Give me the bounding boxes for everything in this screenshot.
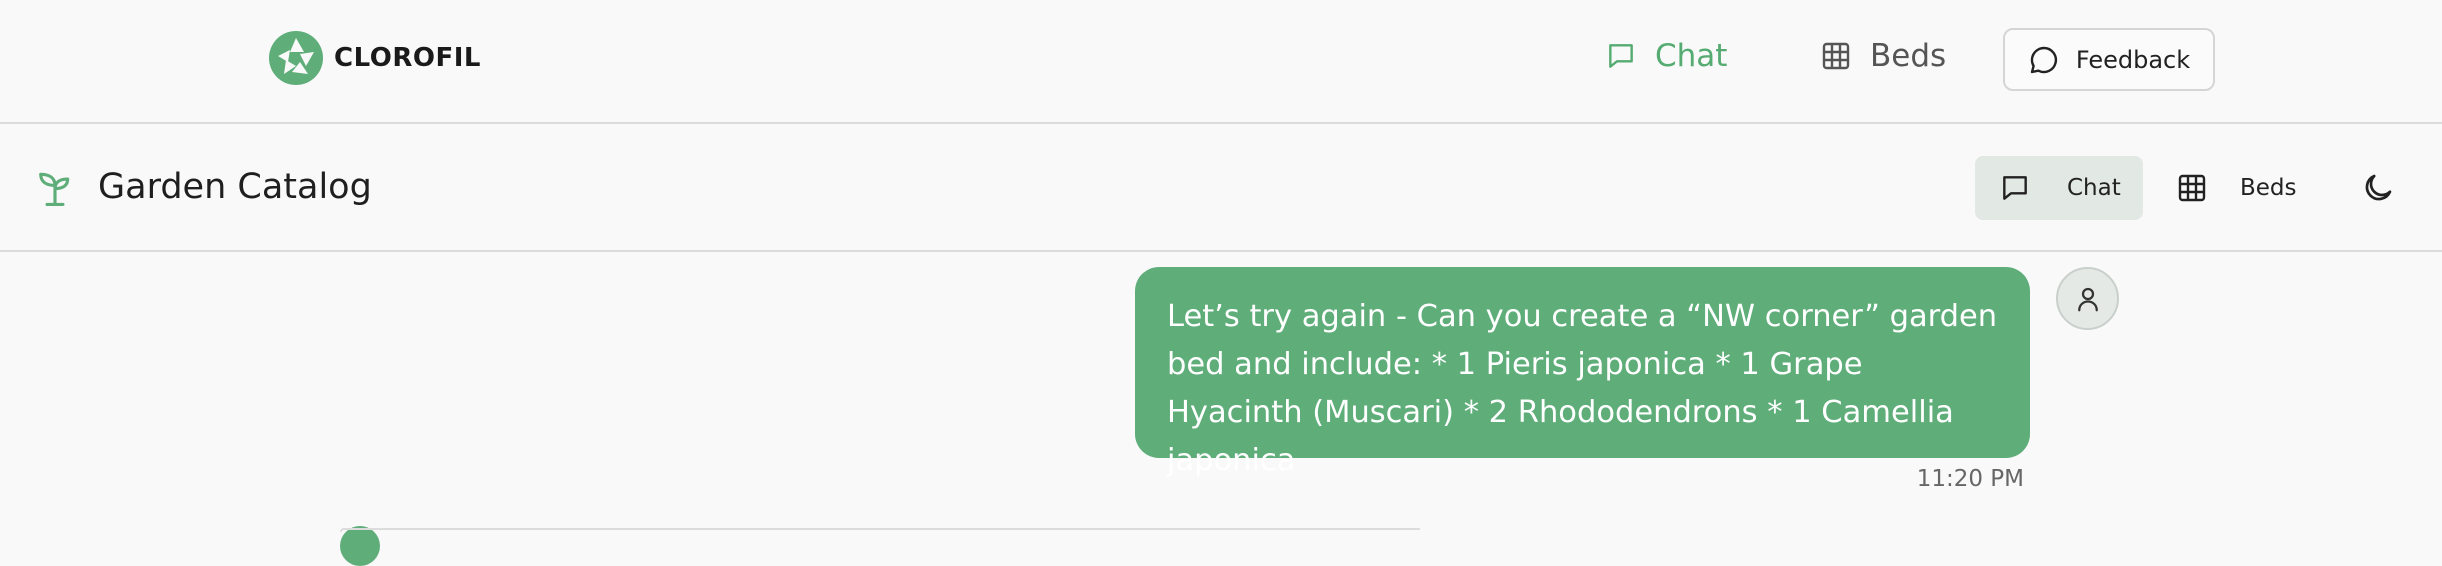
catalog-title-group: Garden Catalog xyxy=(36,166,372,208)
avatar xyxy=(2056,267,2119,330)
catalog-header: Garden Catalog Chat Beds xyxy=(0,126,2442,252)
grid-icon xyxy=(2178,174,2206,202)
brand[interactable]: CLOROFIL xyxy=(268,30,481,86)
clorofil-logo-icon xyxy=(269,31,323,85)
tab-chat[interactable]: Chat xyxy=(1975,156,2143,220)
user-icon xyxy=(2077,287,2098,311)
sprout-icon xyxy=(39,172,70,206)
message-timestamp: 11:20 PM xyxy=(1916,466,2024,492)
feedback-label: Feedback xyxy=(2075,45,2191,74)
top-navbar: CLOROFIL Chat Beds Feedback xyxy=(0,0,2442,124)
grid-icon xyxy=(1822,42,1850,70)
nav-chat-label: Chat xyxy=(1655,38,1728,74)
message-text: Let’s try again - Can you create a “NW c… xyxy=(1167,299,1998,478)
nav-beds-label: Beds xyxy=(1870,38,1947,74)
page-title: Garden Catalog xyxy=(98,167,372,207)
chat-bubble-icon xyxy=(2003,176,2027,200)
assistant-message-bubble xyxy=(340,528,1420,532)
user-message-bubble: Let’s try again - Can you create a “NW c… xyxy=(1135,267,2030,478)
tab-beds-label: Beds xyxy=(2240,175,2297,201)
brand-name: CLOROFIL xyxy=(334,43,481,73)
assistant-avatar xyxy=(340,526,380,566)
nav-chat-link[interactable]: Chat xyxy=(1605,38,1727,74)
moon-icon[interactable] xyxy=(2360,170,2396,206)
tab-chat-label: Chat xyxy=(2067,175,2121,201)
nav-beds-link[interactable]: Beds xyxy=(1820,38,1946,74)
message-circle-icon xyxy=(2030,46,2057,73)
tab-beds[interactable]: Beds xyxy=(2176,156,2306,220)
chat-bubble-icon xyxy=(1609,44,1633,68)
feedback-button[interactable]: Feedback xyxy=(2003,28,2215,91)
